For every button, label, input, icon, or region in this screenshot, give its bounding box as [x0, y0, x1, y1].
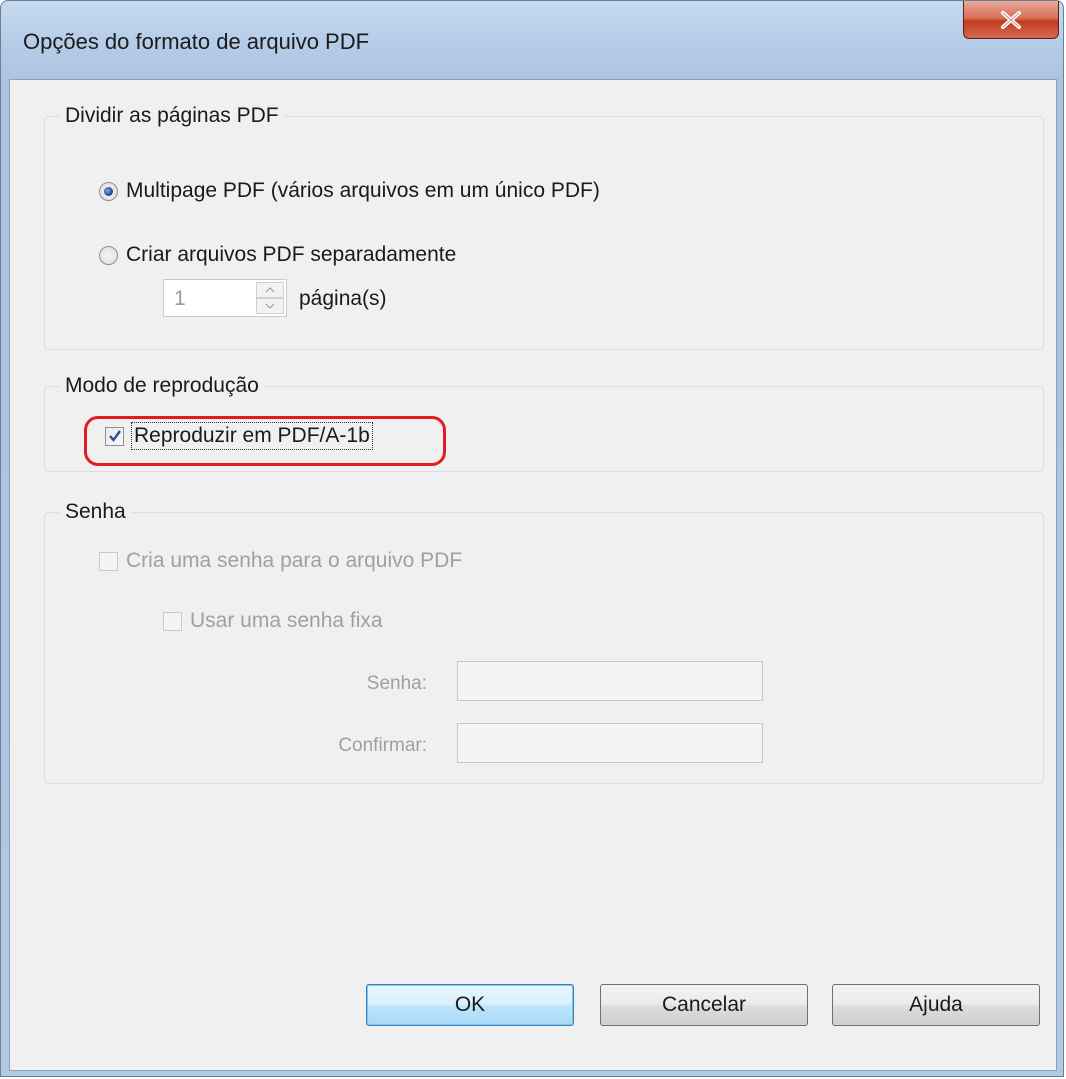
pages-spinner-value[interactable]: 1: [174, 287, 186, 311]
dialog-client-area: Dividir as páginas PDF Multipage PDF (vá…: [9, 79, 1057, 1071]
password-field-label: Senha:: [366, 673, 427, 694]
fixed-password-label: Usar uma senha fixa: [190, 609, 383, 632]
password-group-label: Senha: [59, 499, 132, 525]
cancel-button[interactable]: Cancelar: [600, 984, 808, 1026]
confirm-field-label: Confirmar:: [338, 735, 427, 756]
render-mode-group-label: Modo de reprodução: [59, 373, 265, 399]
close-icon: [1001, 10, 1021, 29]
create-password-option[interactable]: Cria uma senha para o arquivo PDF: [99, 549, 462, 573]
split-pages-group-label: Dividir as páginas PDF: [59, 103, 285, 129]
spin-down-button[interactable]: [256, 298, 284, 314]
radio-selected-dot: [104, 186, 113, 196]
dialog-title: Opções do formato de arquivo PDF: [23, 29, 370, 54]
ok-button[interactable]: OK: [366, 984, 574, 1026]
create-password-label: Cria uma senha para o arquivo PDF: [126, 549, 463, 572]
create-password-checkbox[interactable]: [99, 551, 118, 571]
separate-pdf-radio[interactable]: [99, 245, 118, 265]
pages-spinner-buttons: [256, 282, 284, 314]
help-button[interactable]: Ajuda: [832, 984, 1040, 1026]
multipage-pdf-radio[interactable]: [99, 181, 118, 201]
password-group: Senha Cria uma senha para o arquivo PDF …: [44, 499, 1044, 784]
pages-spinner[interactable]: 1: [163, 279, 287, 317]
password-field[interactable]: [457, 661, 763, 701]
separate-pdf-label: Criar arquivos PDF separadamente: [126, 243, 457, 266]
dialog-window: Opções do formato de arquivo PDF Dividir…: [0, 0, 1064, 1077]
highlight-annotation: [84, 416, 446, 466]
close-button[interactable]: [963, 1, 1059, 39]
spin-up-button[interactable]: [256, 282, 284, 298]
chevron-down-icon: [265, 303, 275, 309]
fixed-password-checkbox[interactable]: [163, 611, 182, 631]
chevron-up-icon: [265, 287, 275, 293]
split-pages-group: Dividir as páginas PDF Multipage PDF (vá…: [44, 103, 1044, 350]
confirm-password-field[interactable]: [457, 723, 763, 763]
multipage-pdf-option[interactable]: Multipage PDF (vários arquivos em um úni…: [99, 179, 600, 203]
title-bar: Opções do formato de arquivo PDF: [1, 1, 1063, 79]
fixed-password-option[interactable]: Usar uma senha fixa: [163, 609, 383, 633]
pages-unit-label: página(s): [299, 287, 387, 310]
multipage-pdf-label: Multipage PDF (vários arquivos em um úni…: [126, 179, 600, 202]
separate-pdf-option[interactable]: Criar arquivos PDF separadamente: [99, 243, 456, 267]
